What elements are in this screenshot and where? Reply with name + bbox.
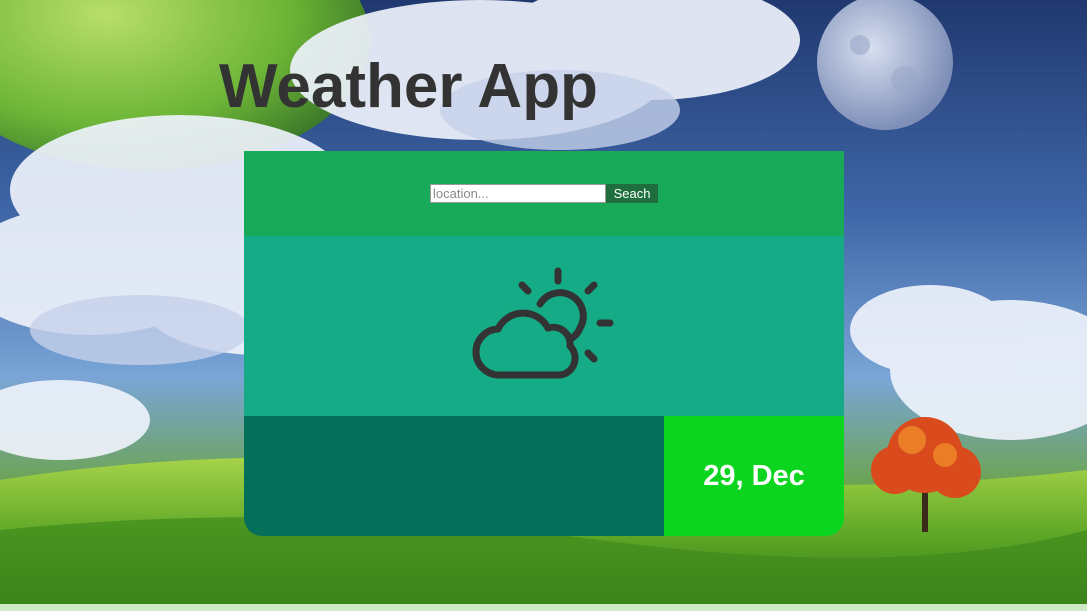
search-bar: Seach [244, 151, 844, 236]
weather-info-panel [244, 416, 664, 536]
date-panel: 29, Dec [664, 416, 844, 536]
partly-cloudy-icon [472, 267, 614, 379]
weather-card: Seach 29, Dec [244, 151, 844, 536]
date-label: 29, Dec [703, 459, 805, 492]
search-button[interactable]: Seach [606, 184, 658, 203]
weather-app-page: Weather App Seach [0, 0, 1087, 611]
app-title: Weather App [219, 52, 598, 121]
weather-icon-panel [244, 236, 844, 416]
location-input[interactable] [430, 184, 606, 203]
